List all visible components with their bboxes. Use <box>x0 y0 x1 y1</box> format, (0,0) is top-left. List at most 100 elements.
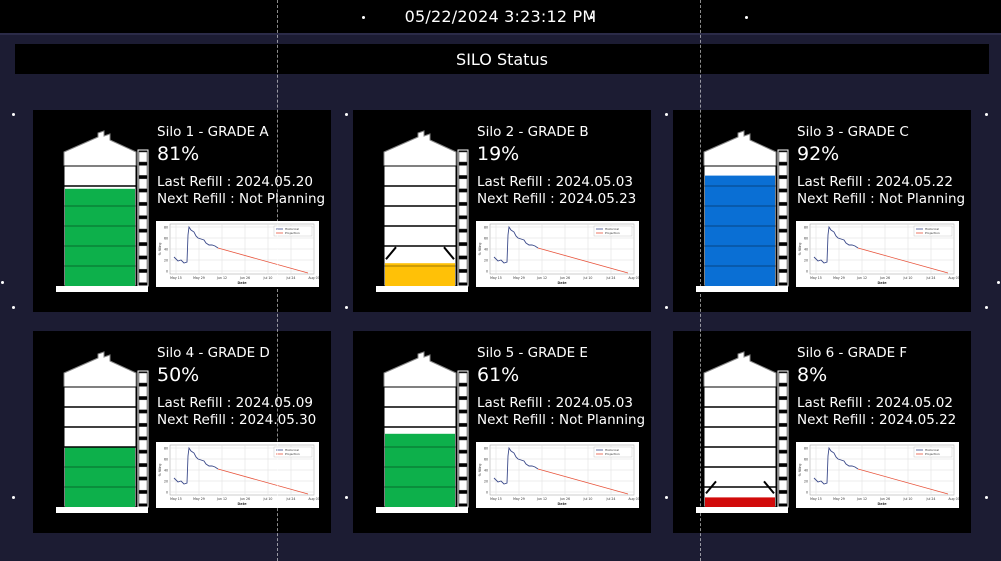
next-refill-label: Next Refill : <box>157 191 239 207</box>
silo-info: Silo 4 - GRADE D 50% Last Refill : 2024.05… <box>157 345 316 429</box>
ladder-rung <box>778 272 788 283</box>
x-tick-label: Jun 12 <box>216 276 227 280</box>
y-tick-label: 60 <box>804 237 808 241</box>
legend-projection-label: Projection <box>925 452 940 456</box>
x-tick-label: Jun 12 <box>536 276 547 280</box>
next-refill-date: Not Planning <box>238 191 326 207</box>
x-tick-label: Jun 12 <box>216 497 227 501</box>
ladder-rung <box>458 245 468 257</box>
x-tick-label: Jun 26 <box>879 276 890 280</box>
refill-chart-svg: 80 60 40 20 0May 15 May 29 Jun 12 Jun 26 Jul 10 J… <box>478 223 640 285</box>
silo-card[interactable]: Silo 1 - GRADE A 81% Last Refill : 2024.05… <box>33 110 331 312</box>
x-tick-label: Jul 24 <box>286 497 296 501</box>
y-tick-label: 60 <box>484 458 488 462</box>
silo-card[interactable]: Silo 5 - GRADE E 61% Last Refill : 2024.05… <box>353 331 651 533</box>
y-tick-label: 80 <box>804 447 808 451</box>
y-axis-label: % filling <box>798 243 802 256</box>
ladder-rung <box>138 178 148 190</box>
next-refill-row: Next Refill : Not Planning <box>797 191 965 208</box>
x-tick-label: Aug 07 <box>628 276 639 280</box>
x-tick-label: May 29 <box>193 497 205 501</box>
y-tick-label: 80 <box>164 226 168 230</box>
ladder-rung <box>458 372 468 384</box>
silo-base <box>56 507 148 513</box>
x-tick-label: Aug 07 <box>628 497 639 501</box>
silo-icon <box>696 351 789 513</box>
silo-base <box>376 507 468 513</box>
selection-handle <box>345 113 348 116</box>
y-tick-label: 20 <box>484 480 488 484</box>
ladder-rung <box>138 386 148 397</box>
ladder-rung <box>138 151 148 163</box>
refill-chart-svg: 80 60 40 20 0May 15 May 29 Jun 12 Jun 26 Jul 10 J… <box>158 444 320 506</box>
ladder-rung <box>778 426 788 437</box>
y-tick-label: 20 <box>164 259 168 263</box>
x-tick-label: Jul 10 <box>903 276 913 280</box>
x-tick-label: Aug 07 <box>308 497 319 501</box>
last-refill-date: 2024.05.22 <box>875 174 953 190</box>
x-tick-label: Jul 24 <box>926 497 936 501</box>
x-axis-label: Date <box>877 281 887 285</box>
silo-fill-level <box>705 175 775 286</box>
y-tick-label: 0 <box>806 491 808 495</box>
ladder-rung <box>778 245 788 257</box>
ladder-rung <box>778 412 788 424</box>
ladder-rung <box>138 245 148 257</box>
silo-card[interactable]: Silo 3 - GRADE C 92% Last Refill : 2024.05… <box>673 110 971 312</box>
y-tick-label: 40 <box>484 248 488 252</box>
ladder-rung <box>138 412 148 424</box>
silo-percent: 92% <box>797 143 840 165</box>
x-tick-label: Jul 10 <box>583 497 593 501</box>
next-refill-row: Next Refill : 2024.05.22 <box>797 412 956 429</box>
datetime-display: 05/22/2024 3:23:12 PM <box>404 7 597 26</box>
silo-roof <box>703 351 777 388</box>
last-refill-row: Last Refill : 2024.05.03 <box>477 174 636 191</box>
silo-roof <box>383 351 457 388</box>
silo-info: Silo 5 - GRADE E 61% Last Refill : 2024.05… <box>477 345 645 429</box>
x-tick-label: May 15 <box>810 497 822 501</box>
ladder-rung <box>458 386 468 397</box>
silo-card[interactable]: Silo 2 - GRADE B 19% Last Refill : 2024.05… <box>353 110 651 312</box>
x-tick-label: May 15 <box>170 497 182 501</box>
x-tick-label: Jul 10 <box>263 497 273 501</box>
y-axis-label: % filling <box>478 464 482 477</box>
guide-line <box>700 0 701 561</box>
ladder-rung <box>138 191 148 203</box>
x-axis-label: Date <box>877 502 887 506</box>
last-refill-date: 2024.05.03 <box>555 395 633 411</box>
silo-card[interactable]: Silo 4 - GRADE D 50% Last Refill : 2024.05… <box>33 331 331 533</box>
x-tick-label: Jul 24 <box>926 276 936 280</box>
next-refill-row: Next Refill : Not Planning <box>157 191 325 208</box>
ladder-rung <box>778 218 788 230</box>
silo-icon <box>56 351 149 513</box>
x-tick-label: May 29 <box>513 276 525 280</box>
silo-card[interactable]: Silo 6 - GRADE F 8% Last Refill : 2024.05.… <box>673 331 971 533</box>
ladder-rung <box>778 151 788 163</box>
next-refill-label: Next Refill : <box>157 412 239 428</box>
selection-handle <box>985 113 988 116</box>
ladder-rung <box>778 232 788 243</box>
silo-name: Silo 6 - GRADE F <box>797 345 908 361</box>
ladder-rung <box>458 165 468 176</box>
silo-fill-level <box>65 188 135 286</box>
silo-base <box>56 286 148 292</box>
ladder-rung <box>138 453 148 464</box>
silo-fill-level <box>385 433 455 507</box>
y-tick-label: 80 <box>804 226 808 230</box>
ladder-rung <box>778 466 788 478</box>
y-tick-label: 20 <box>804 259 808 263</box>
selection-handle <box>12 306 15 309</box>
x-tick-label: Jul 10 <box>903 497 913 501</box>
silo-percent: 81% <box>157 143 200 165</box>
silo-name: Silo 2 - GRADE B <box>477 124 589 140</box>
ladder-rung <box>458 218 468 230</box>
last-refill-label: Last Refill : <box>477 174 556 190</box>
next-refill-row: Next Refill : 2024.05.23 <box>477 191 636 208</box>
ladder-rung <box>138 258 148 270</box>
ladder-rung <box>458 439 468 451</box>
ladder-rung <box>778 178 788 190</box>
ladder-rung <box>138 232 148 243</box>
y-tick-label: 40 <box>484 469 488 473</box>
refill-projection-chart: 80 60 40 20 0 May 15 May 29 Jun 12 Jun 26 Jul 10 J… <box>796 221 960 287</box>
selection-handle <box>745 16 748 19</box>
